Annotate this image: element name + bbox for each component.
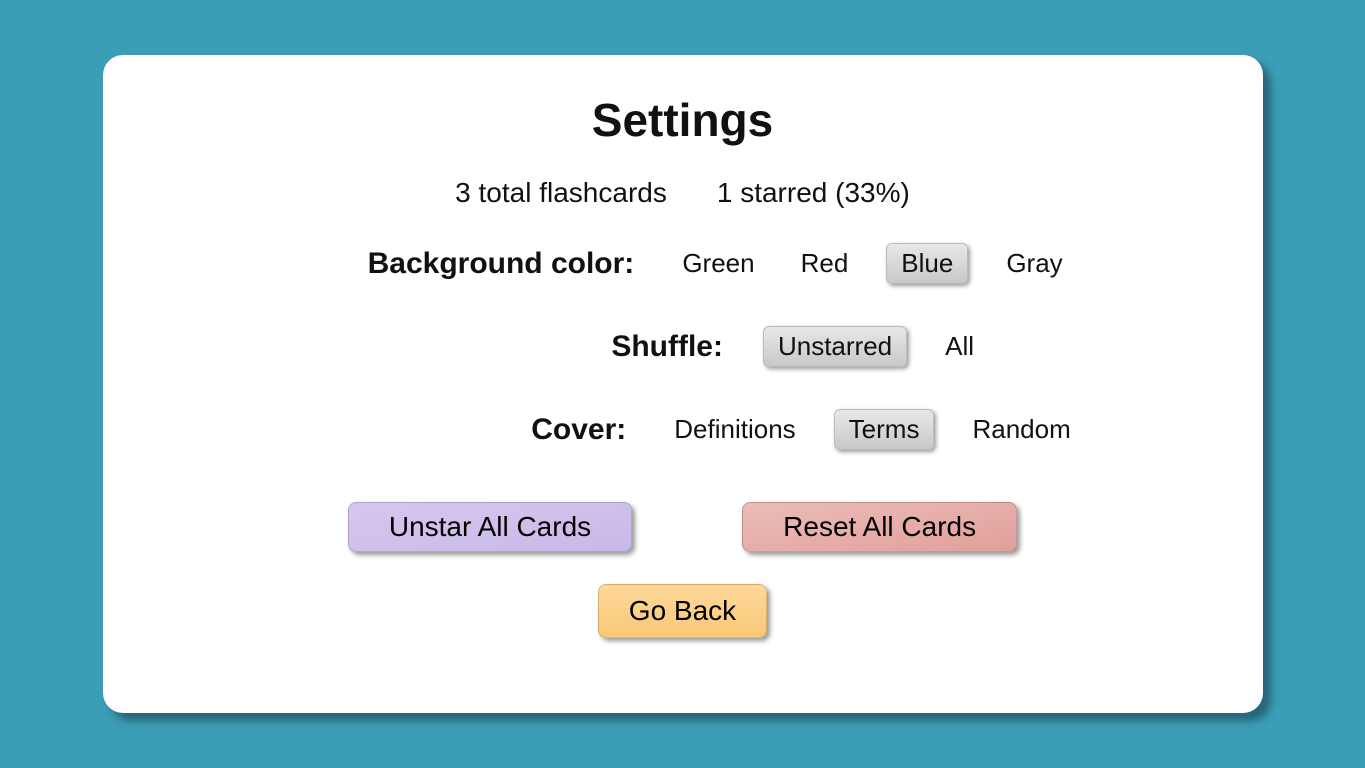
- go-back-button[interactable]: Go Back: [598, 584, 767, 638]
- background-color-row: Background color: Green Red Blue Gray: [294, 243, 1070, 284]
- cover-label: Cover:: [286, 413, 666, 447]
- action-row: Unstar All Cards Reset All Cards: [348, 502, 1017, 552]
- option-terms[interactable]: Terms: [834, 409, 935, 450]
- reset-all-button[interactable]: Reset All Cards: [742, 502, 1017, 552]
- option-gray[interactable]: Gray: [998, 244, 1070, 283]
- shuffle-row: Shuffle: Unstarred All: [383, 326, 982, 367]
- option-random[interactable]: Random: [964, 410, 1078, 449]
- shuffle-label: Shuffle:: [383, 330, 763, 364]
- unstar-all-button[interactable]: Unstar All Cards: [348, 502, 632, 552]
- settings-panel: Settings 3 total flashcards 1 starred (3…: [103, 55, 1263, 713]
- option-red[interactable]: Red: [793, 244, 857, 283]
- option-blue[interactable]: Blue: [886, 243, 968, 284]
- option-unstarred[interactable]: Unstarred: [763, 326, 907, 367]
- page-title: Settings: [592, 93, 773, 147]
- cover-row: Cover: Definitions Terms Random: [286, 409, 1078, 450]
- background-color-options: Green Red Blue Gray: [674, 243, 1070, 284]
- total-flashcards: 3 total flashcards: [455, 177, 667, 209]
- stats-row: 3 total flashcards 1 starred (33%): [455, 177, 910, 209]
- starred-count: 1 starred (33%): [717, 177, 910, 209]
- option-all[interactable]: All: [937, 327, 982, 366]
- background-color-label: Background color:: [294, 247, 674, 281]
- option-definitions[interactable]: Definitions: [666, 410, 803, 449]
- cover-options: Definitions Terms Random: [666, 409, 1078, 450]
- option-green[interactable]: Green: [674, 244, 762, 283]
- shuffle-options: Unstarred All: [763, 326, 982, 367]
